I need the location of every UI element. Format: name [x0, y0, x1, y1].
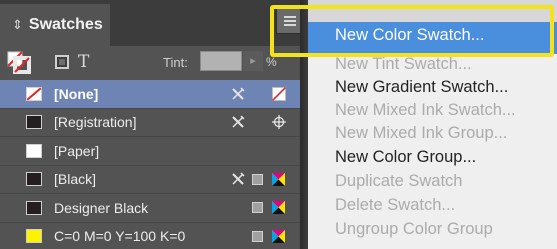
color-chip: [26, 115, 42, 130]
swatch-row[interactable]: C=0 M=0 Y=100 K=0: [0, 223, 300, 249]
color-chip: [26, 143, 42, 158]
swatch-name: C=0 M=0 Y=100 K=0: [54, 228, 186, 245]
tint-percent-label: %: [266, 55, 277, 69]
menu-item-new-gradient-swatch[interactable]: New Gradient Swatch...: [335, 78, 508, 97]
swatch-row[interactable]: [None]: [0, 80, 300, 109]
swatch-row[interactable]: [Black]: [0, 166, 300, 194]
process-color-icon: [252, 230, 263, 242]
highlight-callout: [270, 5, 554, 57]
tint-input[interactable]: [200, 51, 242, 71]
swatches-tab[interactable]: ⇕ Swatches: [0, 0, 110, 46]
swatch-list: [None] [Registration] [Paper] [Black] Design…: [0, 80, 300, 249]
menu-item-new-mixed-ink-group: New Mixed Ink Group...: [335, 124, 508, 142]
formatting-text-icon[interactable]: T: [78, 52, 89, 72]
none-mode-icon: [272, 86, 286, 101]
collapse-toggle-icon[interactable]: ⇕: [12, 17, 23, 33]
swatch-row[interactable]: Designer Black: [0, 194, 300, 223]
formatting-container-icon[interactable]: [55, 55, 69, 69]
process-color-icon: [252, 202, 263, 214]
menu-item-new-mixed-ink-swatch: New Mixed Ink Swatch...: [335, 101, 516, 119]
non-editable-icon: [232, 115, 245, 128]
tint-label: Tint:: [163, 55, 188, 70]
non-editable-icon: [232, 87, 245, 100]
swatch-name: [Paper]: [54, 142, 100, 159]
menu-item-new-tint-swatch: New Tint Swatch...: [335, 55, 472, 73]
swatch-row[interactable]: [Paper]: [0, 137, 300, 166]
non-editable-icon: [232, 172, 245, 185]
color-chip: [26, 229, 42, 244]
menu-item-ungroup-color-group: Ungroup Color Group: [335, 220, 493, 238]
swatches-panel: ⇕ Swatches T Tint: ▸ % [None] [Registrati…: [0, 0, 300, 249]
menu-item-delete-swatch: Delete Swatch...: [335, 196, 456, 214]
swatch-row[interactable]: [Registration]: [0, 109, 300, 137]
color-chip: [26, 200, 42, 215]
cmyk-mode-icon: [272, 229, 285, 243]
tint-stepper-arrow-icon[interactable]: ▸: [243, 51, 263, 71]
menu-item-new-color-group[interactable]: New Color Group...: [335, 148, 476, 167]
menu-item-duplicate-swatch: Duplicate Swatch: [335, 172, 463, 190]
swatch-name: Designer Black: [54, 199, 149, 216]
fill-stroke-icon[interactable]: [6, 50, 32, 74]
process-color-icon: [252, 173, 263, 185]
panel-header: ⇕ Swatches: [0, 0, 300, 50]
swatch-name: [Registration]: [54, 114, 137, 131]
none-swatch-chip-icon: [26, 86, 42, 101]
swatch-toolbar: T Tint: ▸ %: [0, 46, 300, 78]
swatch-name: [None]: [54, 85, 99, 102]
registration-mark-icon: [272, 115, 286, 130]
panel-title: Swatches: [28, 16, 103, 33]
color-chip: [26, 172, 42, 187]
cmyk-mode-icon: [272, 172, 285, 186]
swatch-name: [Black]: [54, 171, 97, 188]
cmyk-mode-icon: [272, 201, 285, 215]
